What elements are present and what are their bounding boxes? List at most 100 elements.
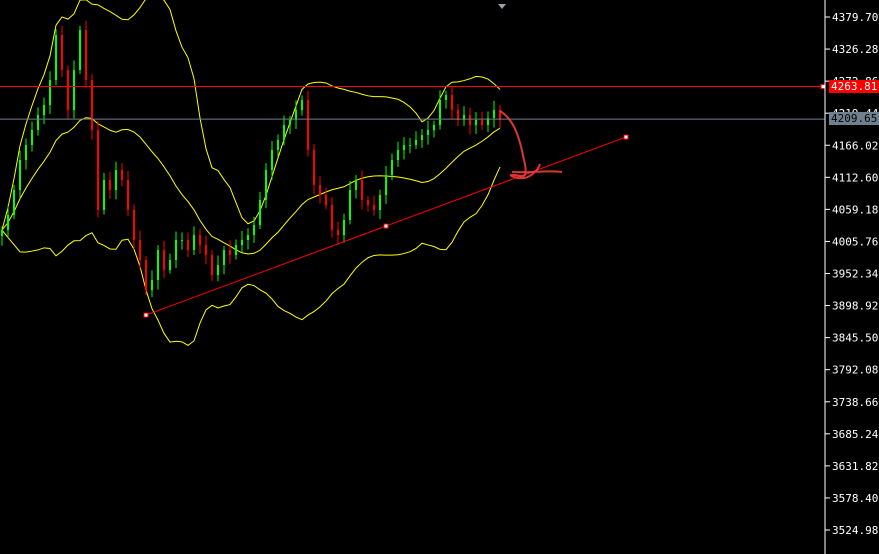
bull-candle	[439, 100, 441, 126]
bull-candle	[433, 125, 435, 131]
bear-candle	[61, 35, 63, 70]
bull-candle	[427, 130, 429, 135]
bull-candle	[49, 80, 51, 105]
trendline[interactable]	[143, 134, 629, 318]
bear-candle	[313, 150, 315, 185]
bull-candle	[409, 145, 411, 147]
bull-candle	[259, 199, 261, 226]
bull-candle	[235, 245, 237, 256]
candles	[1, 20, 501, 298]
bull-candle	[151, 280, 153, 291]
bull-candle	[277, 140, 279, 151]
bear-candle	[85, 30, 87, 81]
hand-drawn-arrow	[499, 110, 563, 180]
axis-tick-label: 3792.08	[832, 364, 878, 377]
bear-candle	[67, 69, 69, 111]
horizontal-lines[interactable]	[0, 84, 826, 120]
bull-candle	[193, 235, 195, 250]
bear-candle	[229, 249, 231, 256]
bull-candle	[253, 225, 255, 236]
bear-candle	[187, 240, 189, 250]
price-chart[interactable]: 4379.704326.284272.864219.444166.024112.…	[0, 0, 879, 554]
bull-candle	[103, 180, 105, 211]
bear-candle	[337, 230, 339, 236]
axis-tick-label: 4166.02	[832, 139, 878, 152]
bull-candle	[271, 150, 273, 171]
bear-candle	[481, 119, 483, 126]
bull-candle	[223, 249, 225, 266]
band-lower	[1, 166, 501, 346]
bull-candle	[289, 119, 291, 126]
bull-candle	[301, 100, 303, 111]
bull-candle	[385, 175, 387, 196]
bear-candle	[211, 255, 213, 276]
bull-candle	[391, 160, 393, 176]
bear-candle	[205, 245, 207, 256]
bull-candle	[397, 150, 399, 161]
axis-tick-label: 3578.40	[832, 492, 878, 505]
bull-candle	[13, 190, 15, 216]
axis-tick-label: 4112.60	[832, 171, 878, 184]
bull-candle	[445, 95, 447, 101]
bear-candle	[139, 240, 141, 261]
bull-candle	[7, 215, 9, 231]
axis-tick-label: 3845.50	[832, 332, 878, 345]
bear-candle	[307, 100, 309, 151]
bear-candle	[361, 180, 363, 200]
band-upper	[1, 0, 501, 231]
bull-candle	[247, 235, 249, 241]
bull-candle	[343, 220, 345, 236]
axis-tick-label: 4326.28	[832, 43, 878, 56]
bear-candle	[367, 199, 369, 206]
price-level-tag: 4263.81	[829, 79, 879, 93]
bull-candle	[217, 265, 219, 276]
bull-candle	[157, 249, 159, 281]
bear-candle	[199, 235, 201, 246]
bear-candle	[163, 249, 165, 271]
bull-candle	[169, 260, 171, 271]
line-handle	[820, 84, 826, 90]
price-level-tag: 4209.65	[829, 112, 879, 126]
trendline-handle	[623, 134, 629, 140]
bear-candle	[319, 184, 321, 196]
bull-candle	[403, 145, 405, 151]
axis-tick-label: 3898.92	[832, 300, 878, 313]
bull-candle	[79, 30, 81, 70]
axis-tick-label: 4005.76	[832, 235, 878, 248]
bear-candle	[451, 95, 453, 111]
bear-candle	[457, 110, 459, 120]
bear-candle	[325, 195, 327, 206]
bear-candle	[145, 260, 147, 291]
trendline-handle	[143, 312, 149, 318]
bull-candle	[295, 110, 297, 120]
bull-candle	[55, 35, 57, 81]
axis-tick-label: 3685.24	[832, 428, 879, 441]
bear-candle	[91, 80, 93, 131]
bull-candle	[283, 125, 285, 141]
band-middle	[1, 117, 501, 255]
bear-candle	[373, 205, 375, 211]
bull-candle	[415, 140, 417, 146]
bull-candle	[25, 145, 27, 161]
bull-candle	[37, 115, 39, 131]
axis-tick-label: 3952.34	[832, 268, 879, 281]
bear-candle	[127, 180, 129, 211]
axis-tick-label: 3738.66	[832, 396, 878, 409]
bull-candle	[1, 230, 3, 237]
trendline-handle	[383, 223, 389, 229]
bull-candle	[241, 240, 243, 246]
bull-candle	[493, 110, 495, 119]
axis-tick-label: 3524.98	[832, 524, 878, 537]
bear-candle	[331, 205, 333, 231]
bear-candle	[133, 210, 135, 241]
bollinger-bands	[1, 0, 501, 346]
bull-candle	[349, 190, 351, 221]
bull-candle	[43, 104, 45, 116]
bear-candle	[121, 170, 123, 181]
bull-candle	[31, 130, 33, 146]
scroll-marker-icon[interactable]	[498, 4, 506, 9]
bear-candle	[109, 180, 111, 191]
bull-candle	[115, 170, 117, 191]
axis-tick-label: 3631.82	[832, 460, 878, 473]
bull-candle	[175, 240, 177, 261]
